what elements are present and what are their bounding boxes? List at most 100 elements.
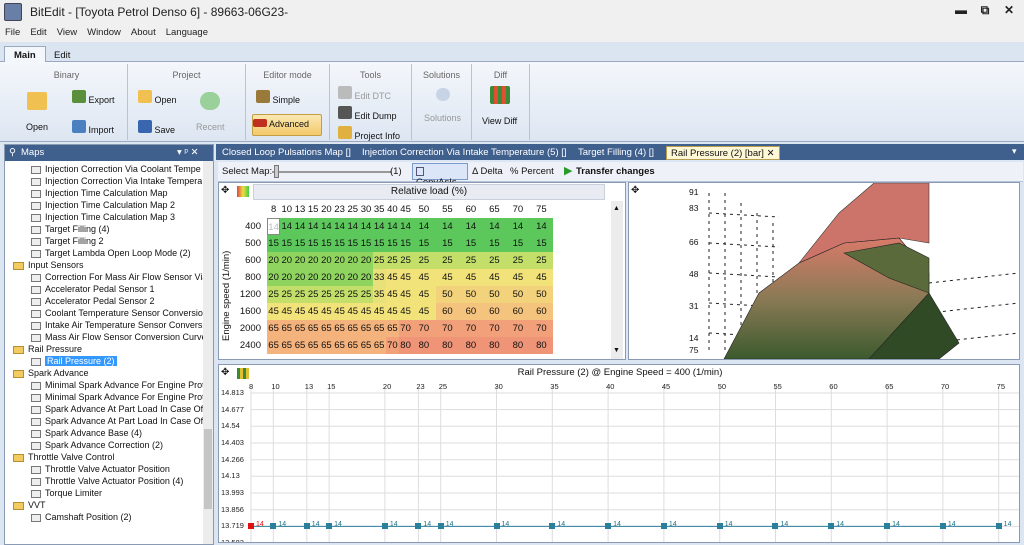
table-cell[interactable]: 14 [267, 218, 281, 235]
percent-button[interactable]: % Percent [510, 166, 554, 177]
tree-folder[interactable]: Input Sensors [13, 260, 84, 270]
table-cell[interactable]: 20 [346, 269, 360, 286]
table-cell[interactable]: 25 [412, 252, 436, 269]
delta-button[interactable]: Δ Delta [472, 166, 503, 177]
table-cell[interactable]: 35 [372, 286, 386, 303]
tree-item[interactable]: Spark Advance At Part Load In Case Of [31, 404, 203, 414]
table-cell[interactable]: 20 [359, 252, 373, 269]
restore-button[interactable]: ⧉ [974, 3, 996, 19]
table-cell[interactable]: 80 [412, 337, 436, 354]
table-cell[interactable]: 45 [280, 303, 294, 320]
table-cell[interactable]: 45 [385, 269, 399, 286]
table-cell[interactable]: 65 [372, 337, 386, 354]
table-cell[interactable]: 25 [385, 252, 399, 269]
advanced-mode-button[interactable]: Advanced [252, 114, 322, 136]
table-cell[interactable]: 45 [385, 303, 399, 320]
data-point[interactable] [716, 523, 723, 530]
table-cell[interactable]: 15 [293, 235, 307, 252]
table-cell[interactable]: 15 [280, 235, 294, 252]
table-scrollbar[interactable] [611, 201, 623, 359]
tab-edit[interactable]: Edit [44, 46, 80, 63]
table-cell[interactable]: 20 [346, 252, 360, 269]
data-point[interactable] [493, 523, 500, 530]
table-cell[interactable]: 15 [482, 235, 507, 252]
tree-item[interactable]: Coolant Temperature Sensor Conversio [31, 308, 203, 318]
tree-folder[interactable]: Rail Pressure [13, 344, 82, 354]
table-cell[interactable]: 25 [359, 286, 373, 303]
table-cell[interactable]: 45 [506, 269, 530, 286]
tree-item[interactable]: Spark Advance Correction (2) [31, 440, 163, 450]
table-cell[interactable]: 25 [346, 286, 360, 303]
table-cell[interactable]: 20 [267, 252, 281, 269]
table-cell[interactable]: 14 [435, 218, 460, 235]
tree-folder[interactable]: Throttle Valve Control [13, 452, 114, 462]
menu-edit[interactable]: Edit [25, 24, 51, 41]
table-cell[interactable]: 25 [435, 252, 460, 269]
data-point[interactable] [884, 523, 891, 530]
table-cell[interactable]: 14 [459, 218, 483, 235]
table-cell[interactable]: 20 [280, 252, 294, 269]
tree-item[interactable]: Spark Advance Base (4) [31, 428, 142, 438]
table-cell[interactable]: 50 [506, 286, 530, 303]
solutions-button[interactable]: Solutions [424, 88, 461, 123]
table-cell[interactable]: 45 [306, 303, 320, 320]
project-open-button[interactable]: Open [138, 90, 177, 105]
data-point[interactable] [660, 523, 667, 530]
table-cell[interactable]: 65 [346, 320, 360, 337]
minimize-button[interactable]: ▬ [950, 3, 972, 19]
data-point[interactable] [248, 523, 254, 530]
data-point[interactable] [437, 523, 444, 530]
table-cell[interactable]: 50 [435, 286, 460, 303]
menu-window[interactable]: Window [82, 24, 126, 41]
table-cell[interactable]: 15 [399, 235, 413, 252]
table-cell[interactable]: 50 [529, 286, 554, 303]
table-cell[interactable]: 15 [372, 235, 386, 252]
doc-tab-injection-correction[interactable]: Injection Correction Via Intake Temperat… [358, 146, 571, 160]
table-cell[interactable]: 65 [280, 337, 294, 354]
table-cell[interactable]: 25 [267, 286, 281, 303]
table-cell[interactable]: 45 [529, 269, 554, 286]
data-point[interactable] [303, 523, 310, 530]
table-cell[interactable]: 45 [359, 303, 373, 320]
table-cell[interactable]: 65 [372, 320, 386, 337]
view-diff-button[interactable]: View Diff [482, 86, 517, 126]
table-cell[interactable]: 14 [346, 218, 360, 235]
table-cell[interactable]: 25 [529, 252, 554, 269]
table-cell[interactable]: 45 [346, 303, 360, 320]
colormap-icon[interactable] [237, 186, 249, 197]
project-info-button[interactable]: Project Info [338, 126, 400, 141]
doc-tab-target-filling[interactable]: Target Filling (4) [] [574, 146, 658, 160]
tree-item[interactable]: Correction For Mass Air Flow Sensor Via [31, 272, 207, 282]
table-cell[interactable]: 45 [385, 286, 399, 303]
table-cell[interactable]: 45 [399, 303, 413, 320]
tree-item[interactable]: Mass Air Flow Sensor Conversion Curve [31, 332, 207, 342]
table-cell[interactable]: 25 [306, 286, 320, 303]
table-cell[interactable]: 65 [267, 320, 281, 337]
tree-item[interactable]: Injection Time Calculation Map [31, 188, 168, 198]
copy-as-is-button[interactable]: CopyAsIs [412, 163, 468, 188]
table-cell[interactable]: 65 [293, 337, 307, 354]
data-point[interactable] [415, 523, 422, 530]
table-cell[interactable]: 25 [333, 286, 347, 303]
table-cell[interactable]: 45 [293, 303, 307, 320]
panel-controls[interactable]: ▾ ᵖ ✕ [177, 147, 199, 158]
surface-3d-graph[interactable]: ✥ 91 83 66 48 31 14 75 [628, 182, 1020, 360]
table-cell[interactable]: 33 [372, 269, 386, 286]
table-cell[interactable]: 20 [319, 252, 333, 269]
table-cell[interactable]: 70 [529, 320, 554, 337]
table-cell[interactable]: 25 [372, 252, 386, 269]
transfer-changes-button[interactable]: Transfer changes [576, 166, 655, 177]
tab-dropdown-icon[interactable]: ▾ [1012, 146, 1017, 157]
close-tab-icon[interactable]: ✕ [767, 148, 775, 159]
table-cell[interactable]: 60 [482, 303, 507, 320]
tree-item[interactable]: Throttle Valve Actuator Position (4) [31, 476, 183, 486]
table-cell[interactable]: 25 [280, 286, 294, 303]
table-cell[interactable]: 25 [319, 286, 333, 303]
simple-mode-button[interactable]: Simple [256, 90, 300, 105]
tree-item[interactable]: Torque Limiter [31, 488, 102, 498]
slider-thumb[interactable] [274, 165, 279, 178]
table-cell[interactable]: 70 [482, 320, 507, 337]
data-point[interactable] [549, 523, 556, 530]
table-cell[interactable]: 70 [412, 320, 436, 337]
tree-item[interactable]: Target Lambda Open Loop Mode (2) [31, 248, 191, 258]
